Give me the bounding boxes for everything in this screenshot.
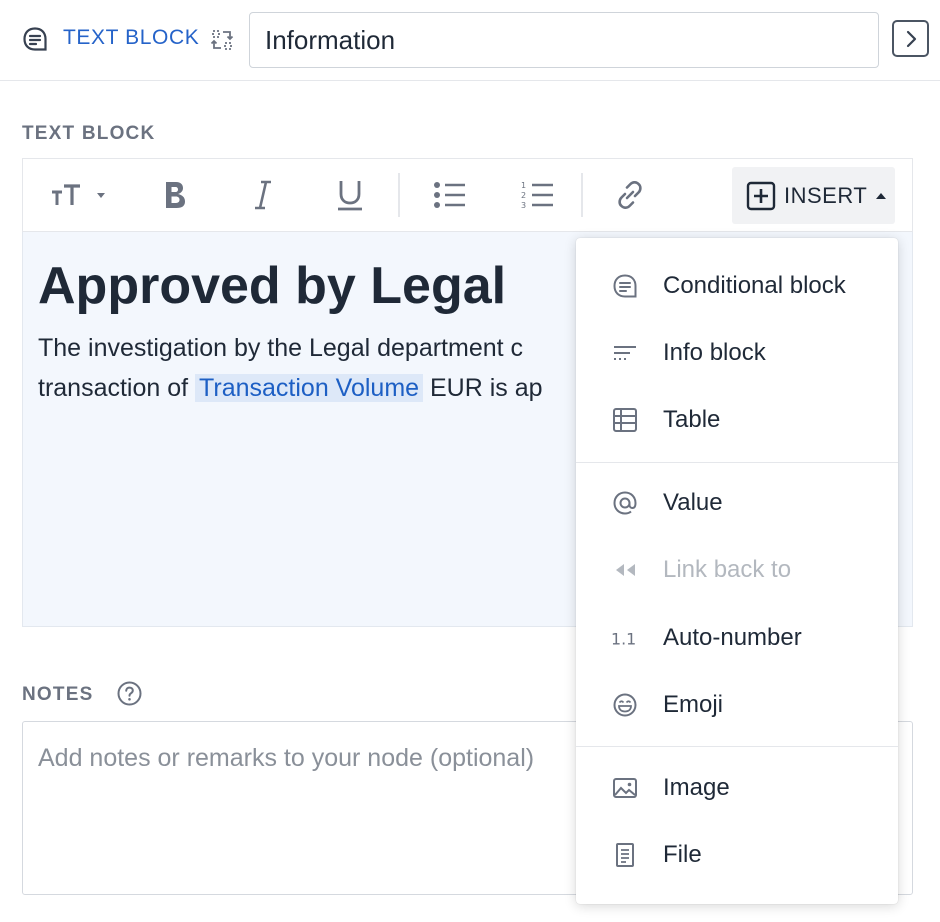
node-type-label: TEXT BLOCK: [63, 26, 200, 49]
menu-item-label: Emoji: [663, 691, 724, 718]
svg-text:1.1: 1.1: [611, 630, 636, 649]
help-icon[interactable]: [117, 681, 142, 706]
menu-item-auto-number[interactable]: 1.1 Auto-number: [576, 608, 898, 668]
editor-paragraph-line: The investigation by the Legal departmen…: [38, 334, 524, 362]
at-icon: [611, 489, 639, 517]
menu-item-info-block[interactable]: Info block: [576, 323, 898, 383]
italic-button[interactable]: [241, 173, 285, 217]
menu-item-label: Table: [663, 406, 721, 433]
conditional-block-icon: [611, 272, 639, 300]
numbered-list-button[interactable]: 1 2 3: [513, 173, 563, 217]
table-icon: [611, 406, 639, 434]
menu-item-label: Value: [663, 489, 723, 516]
auto-number-icon: 1.1: [611, 624, 639, 652]
italic-icon: [255, 180, 271, 210]
insert-menu: Conditional block Info block Table Value…: [576, 238, 898, 904]
menu-item-label: Info block: [663, 339, 766, 366]
toolbar-divider: [581, 173, 583, 217]
menu-divider: [576, 462, 898, 463]
bold-icon: [166, 182, 185, 208]
rewind-icon: [611, 556, 639, 584]
menu-item-table[interactable]: Table: [576, 390, 898, 450]
text-size-icon: [52, 184, 105, 205]
paragraph-text: transaction of: [38, 374, 196, 402]
link-icon: [618, 181, 642, 209]
bulleted-list-icon: [434, 182, 465, 208]
emoji-icon: [611, 691, 639, 719]
menu-item-file[interactable]: File: [576, 825, 898, 885]
toolbar-divider: [398, 173, 400, 217]
underline-button[interactable]: [328, 173, 372, 217]
menu-item-label: Link back to: [663, 556, 792, 583]
svg-text:3: 3: [521, 201, 526, 210]
chevron-right-icon: [906, 30, 916, 47]
image-icon: [611, 774, 639, 802]
insert-label: INSERT: [784, 182, 868, 208]
menu-divider: [576, 746, 898, 747]
change-type-icon[interactable]: [209, 27, 235, 53]
text-block-icon: [23, 27, 47, 51]
underline-icon: [338, 181, 362, 211]
menu-item-label: File: [663, 841, 702, 868]
value-chip[interactable]: Transaction Volume: [195, 374, 424, 402]
editor-heading: Approved by Legal: [38, 257, 507, 315]
editor-paragraph-line: transaction of Transaction Volume EUR is…: [38, 374, 543, 403]
menu-item-label: Auto-number: [663, 624, 802, 651]
file-icon: [611, 841, 639, 869]
svg-text:2: 2: [521, 191, 526, 200]
bulleted-list-button[interactable]: [425, 173, 475, 217]
menu-item-conditional-block[interactable]: Conditional block: [576, 256, 898, 316]
editor-toolbar: 1 2 3 INSERT: [22, 158, 913, 232]
link-button[interactable]: [608, 173, 652, 217]
bold-button[interactable]: [153, 173, 197, 217]
menu-item-label: Image: [663, 774, 730, 801]
insert-button[interactable]: INSERT: [732, 167, 895, 224]
info-block-icon: [611, 339, 639, 367]
menu-item-label: Conditional block: [663, 272, 846, 299]
menu-item-link-back-to[interactable]: Link back to: [576, 540, 898, 600]
node-title-input[interactable]: [249, 12, 879, 68]
node-header: TEXT BLOCK: [0, 0, 940, 81]
notes-section-label: NOTES: [22, 684, 94, 705]
collapse-panel-button[interactable]: [892, 20, 929, 57]
menu-item-emoji[interactable]: Emoji: [576, 675, 898, 735]
paragraph-text: EUR is ap: [423, 374, 543, 402]
svg-text:1: 1: [521, 181, 526, 190]
caret-up-icon: [876, 192, 887, 199]
menu-item-image[interactable]: Image: [576, 758, 898, 818]
numbered-list-icon: 1 2 3: [521, 181, 553, 210]
menu-item-value[interactable]: Value: [576, 473, 898, 533]
text-size-button[interactable]: [43, 173, 111, 217]
plus-square-icon: [746, 181, 776, 210]
text-block-section-label: TEXT BLOCK: [22, 123, 156, 144]
